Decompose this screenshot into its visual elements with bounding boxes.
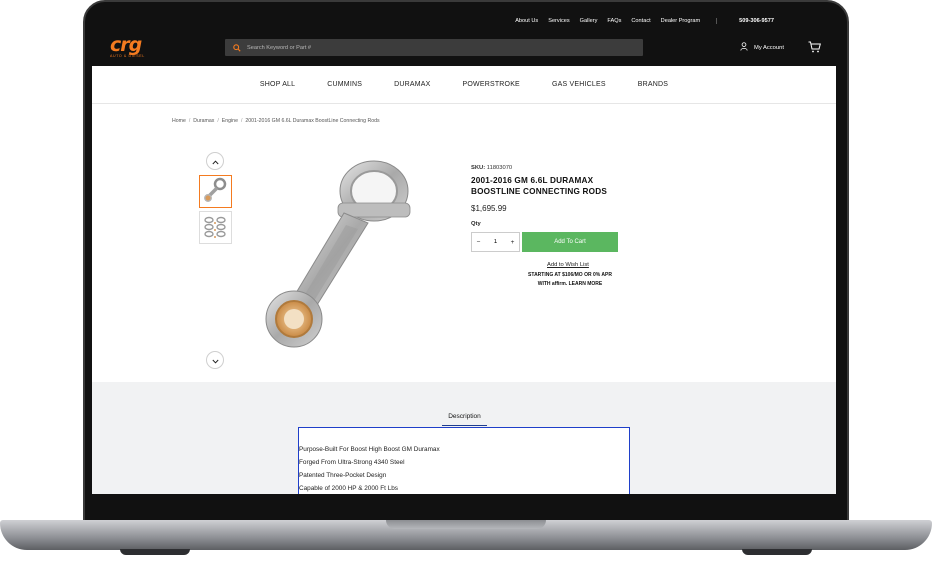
description-panel: Purpose-Built For Boost High Boost GM Du… bbox=[298, 427, 630, 494]
laptop-notch bbox=[386, 520, 546, 529]
affirm-financing-link[interactable]: STARTING AT $106/MO OR 0% APR WITH affir… bbox=[521, 271, 619, 289]
account-link[interactable]: My Account bbox=[740, 42, 784, 53]
add-to-cart-button[interactable]: Add To Cart bbox=[522, 232, 618, 252]
gallery-down-button[interactable] bbox=[206, 351, 224, 369]
list-item: Patented Three-Pocket Design bbox=[299, 472, 387, 479]
nav-item-brands[interactable]: BRANDS bbox=[638, 81, 668, 88]
search-icon[interactable] bbox=[233, 39, 241, 57]
gallery-up-button[interactable] bbox=[206, 152, 224, 170]
laptop-foot bbox=[742, 549, 812, 555]
nav-item-gas-vehicles[interactable]: GAS VEHICLES bbox=[552, 81, 606, 88]
logo-wordmark: crg bbox=[110, 34, 142, 56]
breadcrumb-separator: / bbox=[217, 118, 219, 124]
breadcrumb-separator: / bbox=[188, 118, 191, 124]
product-price: $1,695.99 bbox=[471, 204, 507, 213]
gallery-thumbnail-rod[interactable] bbox=[199, 175, 232, 208]
chevron-down-icon bbox=[211, 351, 219, 369]
phone-link[interactable]: 509-306-9577 bbox=[716, 17, 774, 24]
list-item: Purpose-Built For Boost High Boost GM Du… bbox=[299, 446, 440, 453]
utility-bar: About Us Services Gallery FAQs Contact D… bbox=[92, 12, 836, 29]
util-link-dealer[interactable]: Dealer Program bbox=[661, 18, 700, 24]
add-to-wish-list-link[interactable]: Add to Wish List bbox=[547, 262, 589, 268]
sku-label: SKU: bbox=[471, 165, 486, 171]
category-nav: SHOP ALL CUMMINS DURAMAX POWERSTROKE GAS… bbox=[92, 66, 836, 104]
quantity-stepper: − + bbox=[471, 232, 520, 252]
site-header: crg AUTO & DIESEL My Account bbox=[92, 29, 836, 66]
nav-item-cummins[interactable]: CUMMINS bbox=[327, 81, 362, 88]
util-link-gallery[interactable]: Gallery bbox=[580, 18, 598, 24]
breadcrumb-current: 2001-2016 GM 6.6L Duramax BoostLine Conn… bbox=[245, 118, 380, 124]
breadcrumb-duramax[interactable]: Duramax bbox=[193, 118, 214, 124]
account-label: My Account bbox=[754, 44, 784, 51]
logo-subtitle: AUTO & DIESEL bbox=[110, 54, 145, 58]
tab-description[interactable]: Description bbox=[442, 413, 487, 426]
description-bullets: Purpose-Built For Boost High Boost GM Du… bbox=[299, 443, 629, 494]
laptop-foot bbox=[120, 549, 190, 555]
breadcrumb-separator: / bbox=[240, 118, 243, 124]
util-link-contact[interactable]: Contact bbox=[631, 18, 650, 24]
product-title: 2001-2016 GM 6.6L DURAMAX BOOSTLINE CONN… bbox=[471, 176, 608, 196]
user-icon bbox=[740, 42, 748, 53]
cart-icon[interactable] bbox=[808, 40, 821, 58]
nav-item-duramax[interactable]: DURAMAX bbox=[394, 81, 430, 88]
util-link-services[interactable]: Services bbox=[548, 18, 569, 24]
search-input[interactable] bbox=[247, 44, 627, 51]
qty-increase-button[interactable]: + bbox=[511, 239, 515, 246]
gallery-thumbnail-set[interactable] bbox=[199, 211, 232, 244]
sku-value: 11803070 bbox=[486, 165, 513, 171]
list-item: Forged From Ultra-Strong 4340 Steel bbox=[299, 459, 405, 466]
site-logo[interactable]: crg AUTO & DIESEL bbox=[110, 34, 164, 59]
list-item: Capable of 2000 HP & 2000 Ft Lbs bbox=[299, 485, 399, 492]
browser-screen: About Us Services Gallery FAQs Contact D… bbox=[92, 12, 836, 494]
breadcrumb-home[interactable]: Home bbox=[172, 118, 186, 124]
product-sku: SKU: 11803070 bbox=[471, 165, 512, 171]
qty-input[interactable] bbox=[489, 239, 502, 245]
chevron-up-icon bbox=[211, 152, 219, 170]
util-link-about[interactable]: About Us bbox=[515, 18, 538, 24]
breadcrumb-engine[interactable]: Engine bbox=[222, 118, 238, 124]
breadcrumb: Home / Duramax / Engine/ 2001-2016 GM 6.6L… bbox=[172, 118, 380, 124]
nav-item-shop-all[interactable]: SHOP ALL bbox=[260, 81, 295, 88]
qty-decrease-button[interactable]: − bbox=[477, 239, 481, 246]
laptop-frame: About Us Services Gallery FAQs Contact D… bbox=[0, 0, 932, 562]
product-image[interactable] bbox=[246, 153, 446, 363]
qty-label: Qty bbox=[471, 221, 481, 227]
search-bar bbox=[225, 39, 643, 56]
nav-item-powerstroke[interactable]: POWERSTROKE bbox=[463, 81, 520, 88]
util-link-faqs[interactable]: FAQs bbox=[607, 18, 621, 24]
